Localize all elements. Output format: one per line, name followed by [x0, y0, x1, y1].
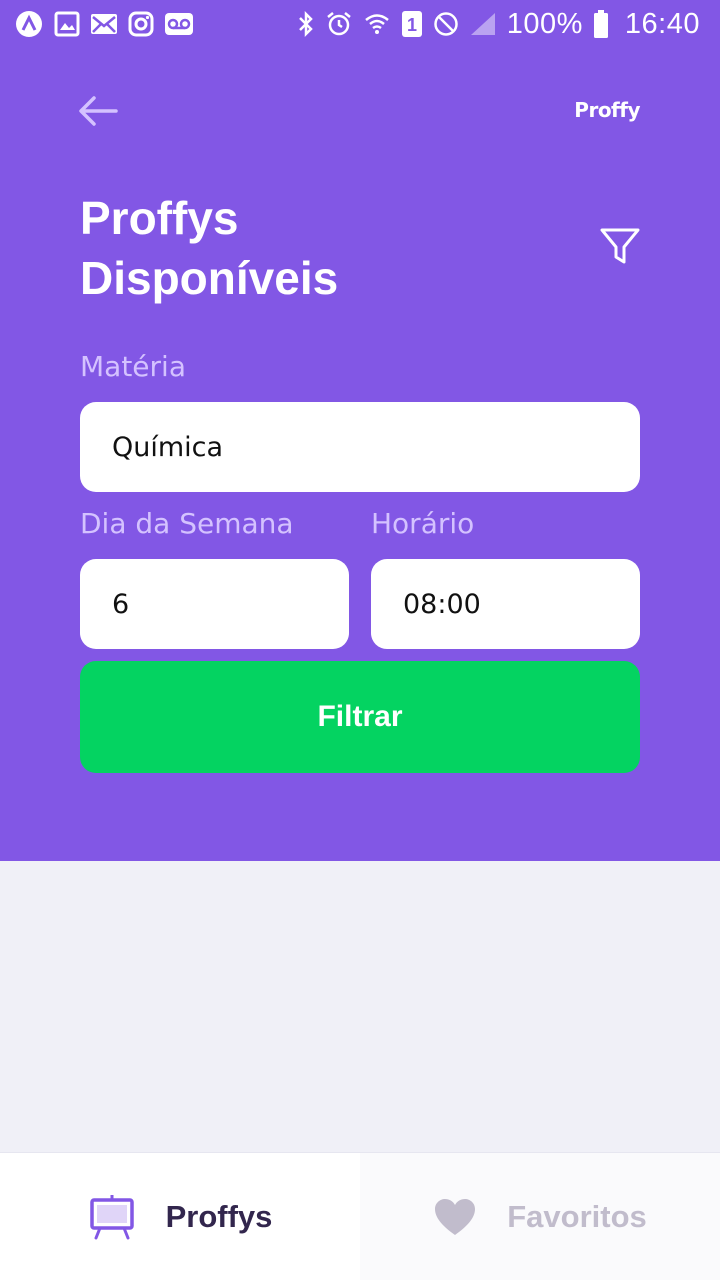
status-right-icons: 1 100% 16:40	[297, 8, 700, 41]
page-header: Proffy Proffys Disponíveis Matéria Quími…	[0, 48, 720, 861]
brand-logo: Proffy	[574, 98, 640, 122]
mail-icon	[90, 12, 118, 36]
weekday-label: Dia da Semana	[80, 507, 294, 540]
time-input[interactable]: 08:00	[371, 559, 640, 649]
tab-favoritos[interactable]: Favoritos	[360, 1152, 720, 1280]
time-label: Horário	[371, 507, 475, 540]
app-icon	[14, 9, 44, 39]
title-line-2: Disponíveis	[80, 252, 339, 304]
tab-favoritos-label: Favoritos	[507, 1198, 647, 1234]
status-bar: 1 100% 16:40	[0, 0, 720, 48]
signal-icon	[469, 11, 497, 37]
do-not-disturb-icon	[433, 11, 459, 37]
wifi-icon	[363, 10, 391, 38]
back-button[interactable]	[78, 94, 118, 128]
title-line-1: Proffys	[80, 192, 239, 244]
sim-slot-text: 1	[407, 15, 417, 35]
page-title: Proffys Disponíveis	[80, 188, 500, 308]
battery-percent: 100%	[506, 7, 583, 40]
battery-icon	[593, 10, 609, 38]
instagram-icon	[128, 11, 154, 37]
weekday-input[interactable]: 6	[80, 559, 349, 649]
bottom-tab-bar: Proffys Favoritos	[0, 1152, 720, 1280]
filter-submit-button[interactable]: Filtrar	[80, 661, 640, 773]
subject-label: Matéria	[80, 350, 186, 383]
heart-icon	[435, 1198, 476, 1235]
filter-icon	[600, 228, 640, 264]
sim-icon: 1	[401, 10, 423, 38]
image-icon	[54, 11, 80, 37]
bluetooth-icon	[297, 10, 315, 38]
tab-proffys-label: Proffys	[165, 1198, 273, 1234]
arrow-left-icon	[79, 96, 118, 126]
voicemail-icon	[164, 12, 194, 36]
status-left-icons	[14, 9, 194, 39]
subject-input[interactable]: Química	[80, 402, 640, 492]
alarm-icon	[325, 10, 353, 38]
easel-icon	[89, 1194, 134, 1239]
tab-proffys[interactable]: Proffys	[0, 1152, 360, 1280]
clock: 16:40	[624, 7, 700, 40]
filter-toggle-button[interactable]	[598, 224, 642, 268]
